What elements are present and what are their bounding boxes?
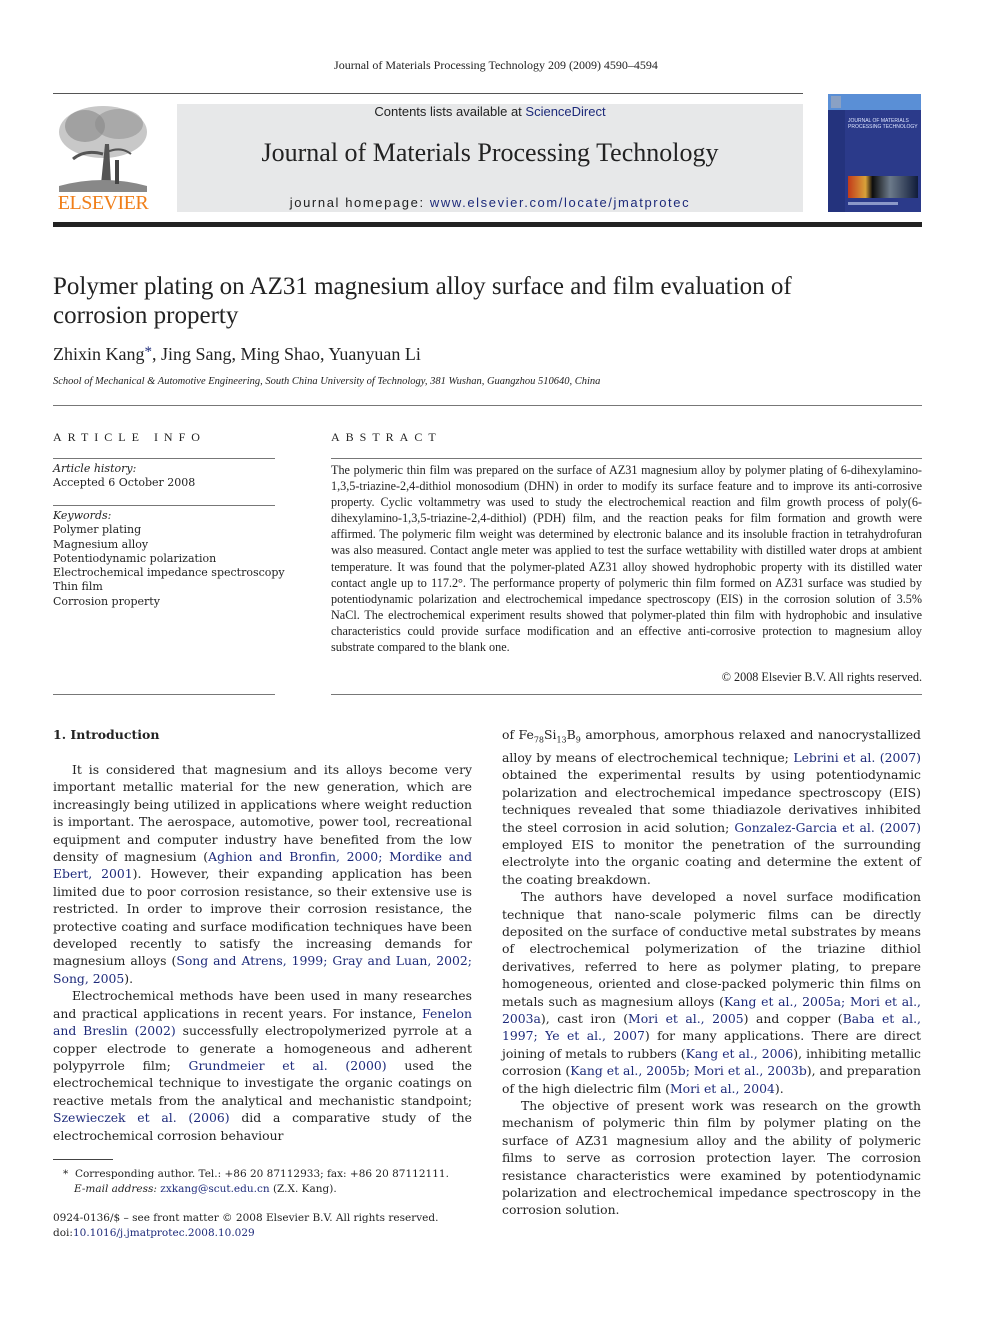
keyword: Magnesium alloy: [53, 537, 149, 551]
paragraph: It is considered that magnesium and its …: [53, 762, 473, 986]
article-info-heading: ARTICLE INFO: [53, 430, 206, 444]
sciencedirect-link[interactable]: ScienceDirect: [525, 104, 605, 119]
keyword: Electrochemical impedance spectroscopy: [53, 566, 285, 580]
keyword: Polymer plating: [53, 523, 142, 537]
cover-band: [828, 94, 921, 110]
keyword: Corrosion property: [53, 594, 160, 608]
contents-prefix: Contents lists available at: [374, 104, 526, 119]
history-value: Accepted 6 October 2008: [53, 476, 196, 490]
abstract-heading: ABSTRACT: [331, 430, 442, 444]
doi-link[interactable]: 10.1016/j.jmatprotec.2008.10.029: [73, 1227, 255, 1239]
divider: [331, 694, 922, 695]
journal-cover[interactable]: JOURNAL OF MATERIALS PROCESSING TECHNOLO…: [828, 94, 921, 212]
cover-image: [848, 176, 918, 198]
elsevier-wordmark: ELSEVIER: [57, 192, 149, 214]
abstract-copyright: © 2008 Elsevier B.V. All rights reserved…: [721, 670, 922, 684]
author-name: Zhixin Kang: [53, 344, 145, 364]
footnote: * Corresponding author. Tel.: +86 20 871…: [63, 1168, 449, 1195]
history-label: Article history:: [53, 462, 137, 475]
cover-title: JOURNAL OF MATERIALS PROCESSING TECHNOLO…: [848, 118, 918, 130]
divider: [53, 405, 922, 406]
corresponding-author-note: Corresponding author. Tel.: +86 20 87112…: [74, 1168, 449, 1180]
citation-link[interactable]: Kang et al., 2005b; Mori et al., 2003b: [570, 1063, 807, 1078]
header-thick-rule: [53, 222, 922, 227]
affiliation: School of Mechanical & Automotive Engine…: [53, 376, 601, 387]
author-name: Jing Sang: [161, 344, 232, 364]
issn-line: 0924-0136/$ – see front matter © 2008 El…: [53, 1212, 439, 1224]
keywords-block: Keywords: Polymer plating Magnesium allo…: [53, 509, 285, 609]
author-name: Ming Shao: [240, 344, 321, 364]
journal-title: Journal of Materials Processing Technolo…: [261, 138, 719, 167]
email-link[interactable]: zxkang@scut.edu.cn: [160, 1183, 269, 1195]
elsevier-tree-icon: [55, 104, 151, 192]
section-heading-introduction: 1. Introduction: [53, 727, 160, 742]
homepage-prefix: journal homepage:: [289, 195, 430, 210]
footnote-rule: [53, 1159, 113, 1160]
citation-link[interactable]: Mori et al., 2004: [670, 1081, 775, 1096]
author-list: Zhixin Kang*, Jing Sang, Ming Shao, Yuan…: [53, 344, 421, 364]
body-column-left: It is considered that magnesium and its …: [53, 761, 472, 1144]
paragraph: of Fe78Si13B9 amorphous, amorphous relax…: [502, 727, 921, 887]
homepage-link[interactable]: www.elsevier.com/locate/jmatprotec: [430, 195, 690, 210]
elsevier-logo[interactable]: ELSEVIER: [53, 104, 153, 214]
divider: [331, 458, 922, 459]
author-name: Yuanyuan Li: [328, 344, 421, 364]
running-head: Journal of Materials Processing Technolo…: [334, 58, 658, 72]
abstract-text: The polymeric thin film was prepared on …: [331, 463, 922, 655]
paragraph: The authors have developed a novel surfa…: [502, 889, 921, 1096]
body-column-right: of Fe78Si13B9 amorphous, amorphous relax…: [502, 726, 921, 1219]
email-label: E-mail address:: [74, 1182, 157, 1195]
article-title: Polymer plating on AZ31 magnesium alloy …: [53, 273, 792, 329]
homepage-line: journal homepage: www.elsevier.com/locat…: [177, 195, 803, 210]
keyword: Potentiodynamic polarization: [53, 551, 217, 565]
divider: [53, 458, 275, 459]
corresponding-author-mark[interactable]: *: [145, 344, 153, 360]
keyword: Thin film: [53, 580, 103, 594]
paragraph: Electrochemical methods have been used i…: [53, 988, 472, 1143]
divider: [53, 694, 275, 695]
citation-link[interactable]: Szewieczek et al. (2006): [53, 1110, 230, 1125]
citation-link[interactable]: Gonzalez-Garcia et al. (2007): [734, 820, 921, 835]
cover-sidebar: [828, 110, 845, 212]
footnote-mark: *: [63, 1168, 69, 1180]
paragraph: The objective of present work was resear…: [502, 1098, 921, 1218]
front-matter: 0924-0136/$ – see front matter © 2008 El…: [53, 1211, 438, 1241]
citation-link[interactable]: Mori et al., 2005: [628, 1011, 744, 1026]
keywords-label: Keywords:: [53, 509, 112, 522]
journal-banner: Contents lists available at ScienceDirec…: [177, 104, 803, 212]
header-rule: [53, 93, 803, 94]
citation-link[interactable]: Kang et al., 2006: [686, 1046, 794, 1061]
cover-emblem-icon: [831, 96, 841, 108]
citation-link[interactable]: Lebrini et al. (2007): [793, 750, 921, 765]
cover-editors: [848, 202, 898, 205]
citation-link[interactable]: Grundmeier et al. (2000): [189, 1058, 387, 1073]
contents-line: Contents lists available at ScienceDirec…: [177, 104, 803, 119]
article-history: Article history: Accepted 6 October 2008: [53, 462, 195, 491]
divider: [53, 505, 275, 506]
doi-prefix: doi:: [53, 1227, 73, 1239]
